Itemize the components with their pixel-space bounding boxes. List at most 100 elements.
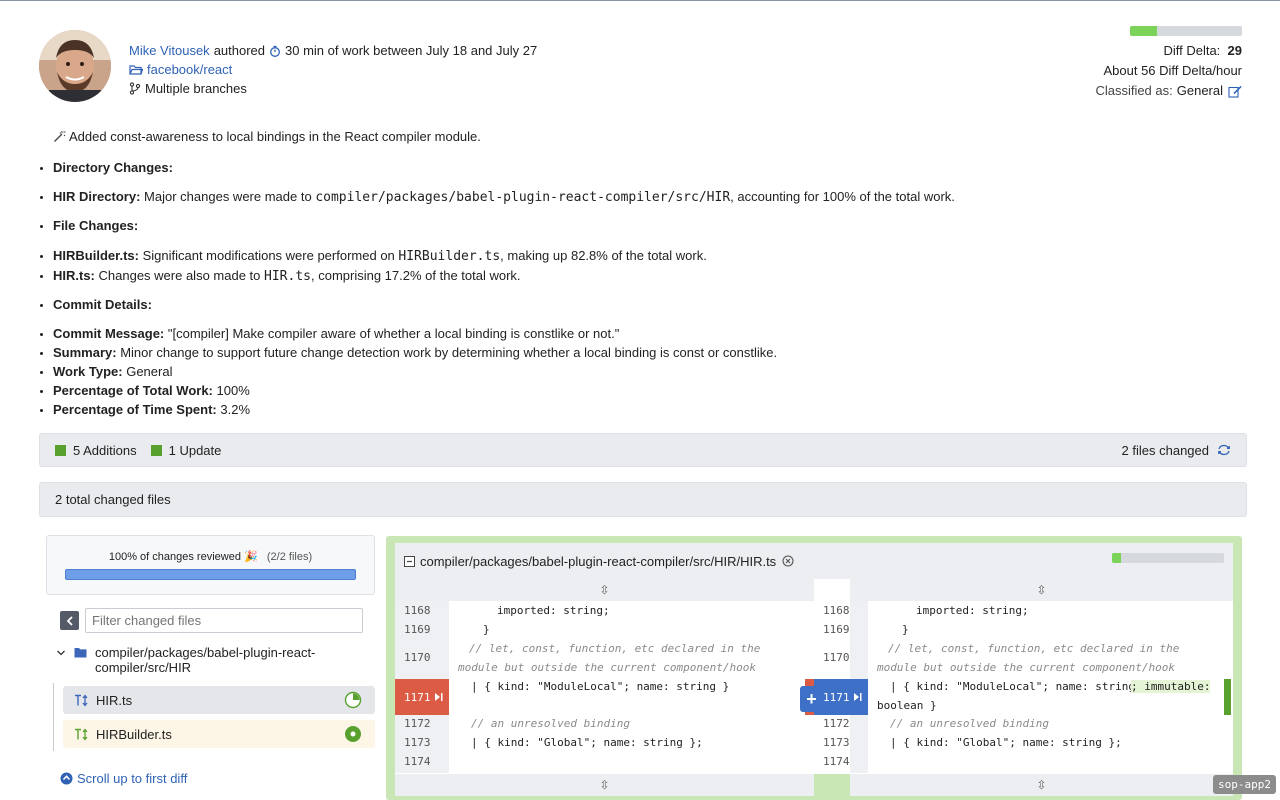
expand-up-right[interactable]: ⇳ — [850, 579, 1233, 601]
tree-file-hir[interactable]: HIR.ts — [63, 686, 375, 714]
diff-file-header: compiler/packages/babel-plugin-react-com… — [395, 543, 1233, 579]
magic-wand-icon — [54, 131, 66, 142]
diff-delta-fill — [1130, 26, 1157, 36]
chevron-down-icon[interactable] — [56, 648, 66, 658]
add-comment-button[interactable]: + — [800, 686, 823, 712]
files-changed-count: 2 files changed — [1121, 442, 1209, 458]
code-line: } — [902, 623, 909, 636]
branch-icon — [129, 82, 141, 95]
tree-line — [53, 683, 54, 751]
summary-lead: Added const-awareness to local bindings … — [69, 129, 481, 144]
review-progress-bar — [65, 569, 356, 580]
updates-count: 1 Update — [168, 442, 222, 458]
file-heading: File Changes: — [53, 216, 1233, 235]
added-code-highlight: boolean } — [877, 699, 937, 712]
commit-heading: Commit Details: — [53, 295, 1233, 314]
line-number: 1174 — [823, 755, 850, 768]
diff-delta-label: Diff Delta: — [1163, 43, 1221, 58]
file-updated-icon — [75, 693, 88, 707]
line-number: 1174 — [404, 755, 431, 768]
stopwatch-icon — [270, 45, 280, 57]
review-progress-box: 100% of changes reviewed 🎉 (2/2 files) — [46, 535, 375, 595]
diff-file-path: compiler/packages/babel-plugin-react-com… — [420, 553, 777, 569]
code-comment: module but outside the current component… — [877, 661, 1176, 674]
author-avatar[interactable] — [39, 30, 111, 102]
expand-up-left[interactable]: ⇳ — [395, 579, 814, 601]
skip-icon — [853, 693, 861, 701]
expand-icon: ⇳ — [1036, 583, 1047, 597]
code-line: } — [483, 623, 490, 636]
builder-item: HIRBuilder.ts: Significant modifications… — [53, 246, 1233, 266]
branches-text: Multiple branches — [145, 81, 247, 96]
code-comment: // let, const, function, etc declared in… — [469, 642, 761, 655]
tree-file-hirbuilder[interactable]: HIRBuilder.ts — [63, 720, 375, 748]
total-changed-text: 2 total changed files — [55, 492, 171, 507]
author-meta: Mike Vitousek authored 30 min of work be… — [129, 41, 537, 98]
commit-summary-item: Summary: Minor change to support future … — [53, 343, 1233, 362]
pct-work-item: Percentage of Total Work: 100% — [53, 381, 1233, 400]
repo-link[interactable]: facebook/react — [147, 60, 232, 79]
line-number: 1170 — [823, 651, 850, 664]
work-duration-text: 30 min of work between July 18 and July … — [285, 43, 538, 58]
additions-square — [55, 444, 66, 456]
top-border — [0, 0, 1280, 1]
code-comment: // let, const, function, etc declared in… — [888, 642, 1180, 655]
author-name-link[interactable]: Mike Vitousek — [129, 41, 210, 60]
authored-label: authored — [213, 43, 266, 58]
ai-summary: Added const-awareness to local bindings … — [53, 127, 1233, 417]
file-updated-icon — [75, 727, 88, 741]
tree-folder-hir[interactable]: compiler/packages/babel-plugin-react-com… — [56, 645, 325, 675]
line-number: 1168 — [404, 604, 431, 617]
environment-badge: sop-app2 — [1213, 775, 1276, 794]
close-circle-icon[interactable] — [782, 555, 794, 567]
changed-line-left[interactable]: 1171 — [395, 679, 449, 715]
hir-directory-item: HIR Directory: Major changes were made t… — [53, 187, 1233, 207]
commit-message-item: Commit Message: "[compiler] Make compile… — [53, 324, 1233, 343]
collapse-tree-button[interactable] — [60, 611, 79, 630]
review-text: 100% of changes reviewed 🎉 — [108, 551, 258, 563]
directory-heading: Directory Changes: — [53, 158, 1233, 177]
expand-down-right[interactable]: ⇳ — [850, 774, 1233, 796]
tree-folder-label: compiler/packages/babel-plugin-react-com… — [95, 645, 316, 675]
line-number: 1169 — [404, 623, 431, 636]
expand-icon: ⇳ — [599, 778, 610, 792]
skip-icon — [434, 693, 442, 701]
expand-icon: ⇳ — [599, 583, 610, 597]
line-number: 1169 — [823, 623, 850, 636]
line-number: 1172 — [404, 717, 431, 730]
refresh-icon[interactable] — [1217, 444, 1231, 456]
hir-directory-path: compiler/packages/babel-plugin-react-com… — [315, 190, 731, 205]
line-number: 1170 — [404, 651, 431, 664]
classified-label: Classified as: — [1095, 83, 1173, 98]
line-number: 1173 — [823, 736, 850, 749]
folder-open-icon — [129, 64, 143, 75]
diff-delta-value: 29 — [1227, 43, 1242, 58]
folder-icon — [74, 648, 87, 658]
tree-file-name: HIR.ts — [96, 692, 133, 708]
collapse-icon[interactable] — [404, 555, 415, 567]
tree-file-name: HIRBuilder.ts — [96, 726, 172, 742]
additions-count: 5 Additions — [73, 442, 137, 458]
line-number: 1168 — [823, 604, 850, 617]
chevron-left-icon — [66, 615, 73, 626]
code-line: | { kind: "Global"; name: string }; — [890, 736, 1122, 749]
diff-rate: About 56 Diff Delta/hour — [1103, 63, 1242, 78]
scroll-to-first-diff-link[interactable]: Scroll up to first diff — [60, 771, 187, 786]
hir-item: HIR.ts: Changes were also made to HIR.ts… — [53, 266, 1233, 286]
code-line: | { kind: "ModuleLocal"; name: string — [890, 680, 1136, 693]
edit-icon[interactable] — [1228, 85, 1242, 98]
arrow-up-circle-icon — [60, 772, 73, 785]
filter-files-input[interactable] — [85, 608, 363, 633]
reviewed-icon — [345, 726, 361, 742]
partially-reviewed-icon — [344, 691, 362, 709]
line-number: 1171 — [404, 690, 431, 704]
updates-square — [150, 444, 162, 456]
classified-value: General — [1176, 83, 1223, 98]
line-number: 1173 — [404, 736, 431, 749]
code-line: imported: string; — [916, 604, 1029, 617]
code-line: | { kind: "ModuleLocal"; name: string } — [471, 680, 730, 693]
code-comment: module but outside the current component… — [458, 661, 757, 674]
diff-progress-fill — [1112, 553, 1121, 563]
code-line: imported: string; — [497, 604, 610, 617]
expand-down-left[interactable]: ⇳ — [395, 774, 814, 796]
